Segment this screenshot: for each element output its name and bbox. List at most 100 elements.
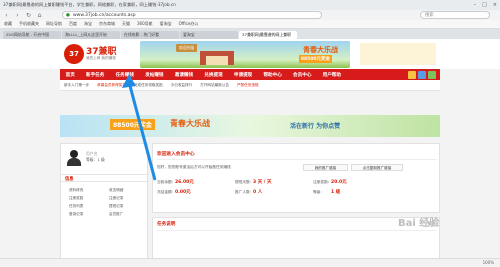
minimize-icon[interactable]: – (474, 2, 477, 8)
browser-tab[interactable]: 在线电影 - 热门好看 (121, 31, 179, 39)
user-panel: 用户名 等级：1 级 信息 资料修改 收支明细 注册奖励 注册记录 任务列表 提… (60, 143, 149, 263)
lock-icon: ● (66, 13, 70, 18)
sidebar-link[interactable]: 收支明细 (109, 188, 123, 193)
balance-amount: 26.00元 (175, 180, 194, 185)
bookmark-item[interactable]: 淘宝 (84, 21, 92, 27)
home-icon[interactable]: ⌂ (36, 12, 43, 19)
nav-item-member[interactable]: 会员中心 (287, 72, 317, 78)
header-side-ad[interactable] (360, 43, 436, 65)
notice-item[interactable]: 恭喜会员获得奖金 (97, 83, 126, 88)
nav-item-withdraw[interactable]: 申请提现 (228, 72, 258, 78)
copy-referral-link-button[interactable]: 点击复制推广链接 (351, 164, 403, 171)
stat2-amount: 0 人 (253, 190, 263, 195)
status-bar: 100% (0, 258, 500, 267)
bookmark-item[interactable]: 收藏 (4, 21, 12, 27)
bookmark-item[interactable]: 网址导航 (46, 21, 62, 27)
stat2-value: 0 人 (253, 189, 262, 195)
bookmark-item[interactable]: Office办公 (179, 21, 199, 27)
promo-banner[interactable]: 88500元奖金 青春大乐战 活在新行 为你点赞 (60, 115, 440, 137)
wechat-icon[interactable] (428, 70, 436, 79)
my-referral-link-button[interactable]: 我的推广链接 (303, 164, 348, 171)
browser-tab[interactable]: 海LLLL_上网从这里开始 (62, 31, 120, 39)
notice-bar: 新手入门第一步 恭喜会员获得奖金 完成任务领取奖励 今日收益排行 打开网站最新公… (60, 80, 440, 91)
window-title: 37兼职网|最靠谱的网上兼职赚钱平台，学生兼职，网络兼职，在家兼职，网上赚钱-3… (3, 2, 176, 7)
window-controls: – □ × (474, 2, 497, 8)
user-level: 等级：1 级 (86, 157, 105, 162)
account-notice: 您好，您的账号激活后方可以开始做任务赚钱 (157, 165, 231, 169)
nav-item-home[interactable]: 首页 (60, 72, 80, 78)
forward-icon[interactable]: › (14, 12, 21, 19)
banner-house-wall (206, 56, 228, 65)
top-banner[interactable]: 欢迎光临 青春大乐战 88500元奖金 (140, 41, 350, 68)
nav-item-task-earn[interactable]: 任务赚钱 (110, 72, 140, 78)
avatar-body (67, 158, 81, 166)
search-input[interactable]: 搜索 (420, 11, 490, 19)
tab-strip: ZUS网站导航 - 开启中国 海LLLL_上网从这里开始 在线电影 - 热门好看… (0, 29, 500, 39)
info-section-header: 信息 (61, 174, 149, 182)
bookmark-item[interactable]: 百度 (69, 21, 77, 27)
sidebar-link[interactable]: 任务列表 (69, 204, 83, 209)
sidebar-link[interactable]: 资料修改 (69, 188, 83, 193)
banner-promo-title: 青春大乐战 (303, 46, 338, 54)
info-title: 信息 (65, 177, 74, 182)
bookmark-item[interactable]: 手机收藏夹 (19, 21, 39, 27)
notice-item[interactable]: 新手入门第一步 (64, 83, 89, 88)
app-icon[interactable] (408, 70, 416, 79)
sidebar-link[interactable]: 会员推广 (109, 212, 123, 217)
nav-icons (408, 70, 436, 79)
site-header: 37 37兼职 我的上网 我的赚钱 欢迎光临 青春大乐战 88500元奖金 (0, 39, 500, 69)
search-placeholder: 搜索 (425, 13, 434, 18)
stat4-label: 等级： (313, 190, 325, 194)
sidebar-link[interactable]: 注册奖励 (69, 196, 83, 201)
notice-item[interactable]: 打开网站最新公告 (200, 83, 229, 88)
notice-item[interactable]: 今日收益排行 (171, 83, 193, 88)
divider (157, 159, 437, 160)
bookmark-item[interactable]: 京东商城 (99, 21, 115, 27)
logo-badge: 37 (64, 44, 84, 64)
notice-item[interactable]: 完成任务领取奖励 (134, 83, 163, 88)
stat2-label: 推广人数： (235, 190, 254, 194)
sidebar-link[interactable]: 注册记录 (109, 196, 123, 201)
avatar[interactable] (67, 150, 81, 166)
member-center-panel: 欢迎进入会员中心 您好，您的账号激活后方可以开始做任务赚钱 我的推广链接 点击复… (152, 143, 440, 213)
browser-tab[interactable]: ZUS网站导航 - 开启中国 (3, 31, 61, 39)
sidebar-link[interactable]: 提现记录 (109, 204, 123, 209)
url-text: www.37job.cn/accounts.asp (73, 13, 136, 18)
bookmark-item[interactable]: 天猫 (122, 21, 130, 27)
stat1-amount: 3 天 / 天 (253, 180, 272, 185)
qq-icon[interactable] (418, 70, 426, 79)
main-nav: 首页 新手任务 任务赚钱 发帖赚钱 邀请赚钱 兑换提现 申请提现 帮助中心 会员… (60, 69, 440, 80)
frozen-amount: 0.00元 (175, 190, 191, 195)
browser-tab[interactable]: 爱淘宝 (180, 31, 238, 39)
divider (157, 230, 437, 231)
notice-item[interactable]: 严禁任务违规 (237, 83, 259, 88)
stat4-amount: 1 级 (331, 190, 341, 195)
maximize-icon[interactable]: □ (482, 2, 487, 8)
window-titlebar: 37兼职网|最靠谱的网上兼职赚钱平台，学生兼职，网络兼职，在家兼职，网上赚钱-3… (0, 0, 500, 10)
stat4-value: 1 级 (331, 189, 340, 195)
stat1-value: 3 天 / 天 (253, 179, 271, 185)
sidebar-link[interactable]: 登录记录 (69, 212, 83, 217)
stat3-amount: 20.0元 (331, 180, 347, 185)
close-icon[interactable]: × (493, 2, 497, 8)
url-input[interactable]: ● www.37job.cn/accounts.asp (62, 11, 322, 19)
nav-item-post-earn[interactable]: 发帖赚钱 (140, 72, 170, 78)
refresh-icon[interactable]: ↻ (25, 12, 32, 19)
browser-tab-active[interactable]: 37兼职网|最靠谱的网上兼职 (239, 31, 297, 39)
back-icon[interactable]: ‹ (3, 12, 10, 19)
stat3-value: 20.0元 (331, 179, 347, 185)
nav-item-user-help[interactable]: 用户帮助 (317, 72, 347, 78)
bookmarks-bar: 收藏 手机收藏夹 网址导航 百度 淘宝 京东商城 天猫 360导航 爱淘宝 Of… (0, 20, 500, 29)
site-logo[interactable]: 37 37兼职 我的上网 我的赚钱 (64, 43, 117, 65)
zoom-level[interactable]: 100% (483, 260, 494, 265)
task-title: 任务说明 (157, 222, 176, 227)
promo-amount: 88500元奖金 (110, 119, 155, 130)
avatar-head (70, 150, 78, 158)
stat1-label: 提现天数： (235, 180, 254, 184)
nav-item-invite-earn[interactable]: 邀请赚钱 (169, 72, 199, 78)
nav-item-help[interactable]: 帮助中心 (258, 72, 288, 78)
bookmark-item[interactable]: 360导航 (137, 21, 153, 27)
nav-item-newbie[interactable]: 新手任务 (80, 72, 110, 78)
nav-item-exchange[interactable]: 兑换提现 (199, 72, 229, 78)
bookmark-item[interactable]: 爱淘宝 (160, 21, 172, 27)
